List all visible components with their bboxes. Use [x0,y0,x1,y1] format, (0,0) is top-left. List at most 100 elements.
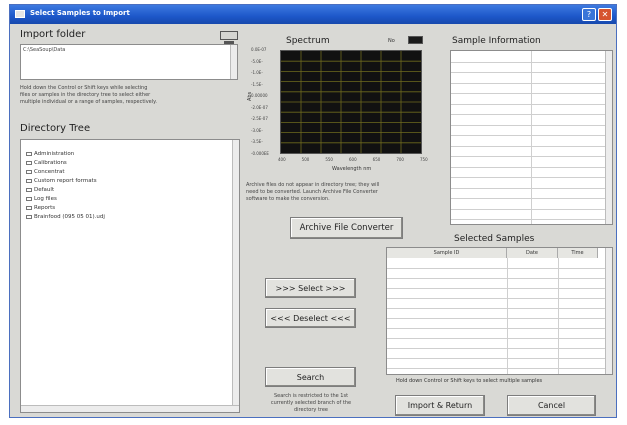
tree-item[interactable]: Calibrations [26,160,67,166]
grid-row-divider [451,208,605,210]
close-icon[interactable]: ✕ [598,8,612,21]
import-dialog: Select Samples to Import ? ✕ Import fold… [9,4,617,418]
spectrum-x-axis-label: Wavelength nm [332,166,372,172]
grid-row-divider [387,268,605,269]
grid-row-divider [387,318,605,319]
file-icon [26,214,32,219]
folder-icon [26,169,32,174]
tree-item-label: Concentrat [34,169,65,175]
column-header-sample-id[interactable]: Sample ID [387,248,507,258]
tree-item-label: Log files [34,196,57,202]
grid-column-divider [507,258,508,374]
search-button[interactable]: Search [265,367,356,387]
spectrum-x-tick: 700 [396,157,404,162]
note-line: Hold down the Control or Shift keys whil… [20,85,148,91]
spectrum-grid [281,51,421,153]
import-folder-input[interactable]: C:\SeaSoup\Data [20,44,238,80]
spectrum-heading: Spectrum [286,36,330,46]
archive-file-converter-button[interactable]: Archive File Converter [290,217,403,239]
tree-item-label: Brainfood (095 05 01).udj [34,214,105,220]
column-header-date[interactable]: Date [507,248,558,258]
folder-icon [26,160,32,165]
grid-row-divider [451,93,605,94]
grid-row-divider [451,156,605,157]
note-line: currently selected branch of the [270,400,352,406]
spectrum-y-tick: 0.0E-07 [251,47,267,52]
spectrum-y-tick: -3.5E- [251,139,263,145]
browse-folder-button[interactable] [220,31,238,46]
selected-samples-heading: Selected Samples [454,234,535,244]
spectrum-y-tick: -3.0E- [251,127,263,133]
spectrum-x-tick: 550 [325,157,333,162]
tree-item[interactable]: Reports [26,205,55,211]
tree-item-label: Default [34,187,55,193]
tree-item[interactable]: Log files [26,196,57,202]
grid-row-divider [451,187,605,189]
spectrum-y-tick: -1.5E- [251,81,263,87]
grid-row-divider [387,348,605,349]
grid-row-divider [387,308,605,309]
grid-row-divider [451,114,605,115]
tree-item-label: Custom report formats [34,178,97,184]
selected-samples-table[interactable]: Sample ID Date Time [386,247,613,375]
directory-tree-heading: Directory Tree [20,123,91,134]
grid-row-divider [387,278,605,279]
grid-row-divider [387,358,605,359]
grid-row-divider [451,135,605,136]
note-line: Archive files do not appear in directory… [246,182,380,188]
spectrum-legend-label: No [388,38,395,44]
grid-row-divider [387,368,605,369]
spectrum-y-tick: -2.0E-07 [251,104,268,110]
grid-row-divider [451,219,605,220]
window-title: Select Samples to Import [30,9,130,17]
grid-row-divider [387,338,605,339]
search-note: Search is restricted to the 1st currentl… [257,393,365,414]
spectrum-y-tick: -2.5E-07 [251,116,268,122]
grid-row-divider [451,198,605,199]
selected-samples-note: Hold down Control or Shift keys to selec… [396,378,543,384]
directory-tree[interactable]: Administration Calibrations Concentrat C… [20,139,240,413]
import-return-button[interactable]: Import & Return [395,395,485,416]
tree-item[interactable]: Administration [26,151,74,157]
select-button[interactable]: >>> Select >>> [265,278,356,298]
spectrum-x-tick: 750 [420,157,428,162]
grid-row-divider [451,166,605,168]
selected-samples-scrollbar[interactable] [605,248,612,374]
help-icon[interactable]: ? [582,8,596,21]
spectrum-y-tick: -0.000EE [251,151,269,156]
folder-icon [26,205,32,210]
import-folder-heading: Import folder [20,29,86,40]
note-line: need to be converted. Launch Archive Fil… [246,189,378,195]
folder-icon [26,151,32,156]
folder-scrollbar[interactable] [230,45,237,79]
spectrum-y-tick: 0.00000 [251,93,268,99]
tree-item[interactable]: Brainfood (095 05 01).udj [26,214,105,220]
spectrum-x-tick: 650 [372,157,381,162]
tree-horizontal-scrollbar[interactable] [21,405,239,412]
app-icon [15,10,25,18]
sample-info-scrollbar[interactable] [605,51,612,224]
sample-information-table[interactable] [450,50,613,225]
grid-row-divider [387,328,605,329]
column-header-time[interactable]: Time [558,248,598,258]
grid-row-divider [451,145,605,147]
tree-vertical-scrollbar[interactable] [232,140,239,412]
deselect-button[interactable]: <<< Deselect <<< [265,308,356,328]
tree-item[interactable]: Custom report formats [26,178,97,184]
note-line: software to make the conversion. [246,196,330,202]
grid-row-divider [387,298,605,299]
cancel-button[interactable]: Cancel [507,395,596,416]
grid-column-divider [558,258,559,374]
tree-item[interactable]: Concentrat [26,169,65,175]
spectrum-plot[interactable] [280,50,422,154]
spectrum-x-tick: 600 [349,157,357,162]
tree-item-label: Administration [34,151,75,157]
spectrum-y-axis-label: Abs [247,91,253,101]
import-folder-note: Hold down the Control or Shift keys whil… [20,85,157,106]
spectrum-x-tick: 400 [278,157,286,162]
tree-item[interactable]: Default [26,187,54,193]
spectrum-legend-swatch [408,36,423,44]
import-folder-path: C:\SeaSoup\Data [23,47,66,53]
grid-row-divider [451,82,605,84]
grid-row-divider [387,288,605,289]
